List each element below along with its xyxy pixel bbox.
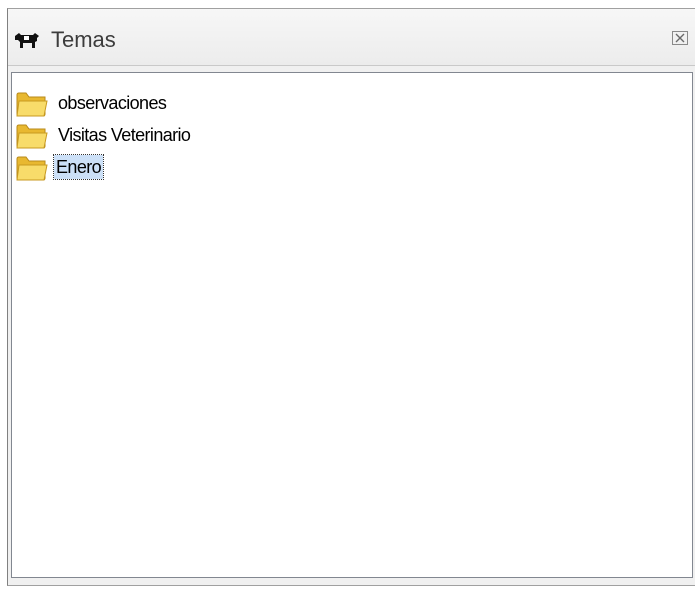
- tree-item-enero[interactable]: Enero: [16, 152, 105, 182]
- title-bar: Temas: [8, 9, 695, 66]
- cow-icon: [15, 33, 39, 48]
- tree-item-label: Enero: [52, 154, 105, 180]
- tree-item-observaciones[interactable]: observaciones: [16, 88, 168, 118]
- temas-window: Temas observaciones Visitas Veterinario: [7, 8, 695, 586]
- folder-icon: [16, 124, 48, 148]
- close-icon: [672, 31, 688, 45]
- folder-icon: [16, 156, 48, 180]
- topics-tree[interactable]: observaciones Visitas Veterinario Enero: [11, 72, 693, 578]
- folder-icon: [16, 92, 48, 116]
- tree-item-label: observaciones: [58, 93, 167, 113]
- window-title: Temas: [51, 27, 116, 52]
- tree-item-visitas-veterinario[interactable]: Visitas Veterinario: [16, 120, 192, 150]
- close-button[interactable]: [671, 29, 689, 47]
- tree-item-label: Visitas Veterinario: [58, 125, 191, 145]
